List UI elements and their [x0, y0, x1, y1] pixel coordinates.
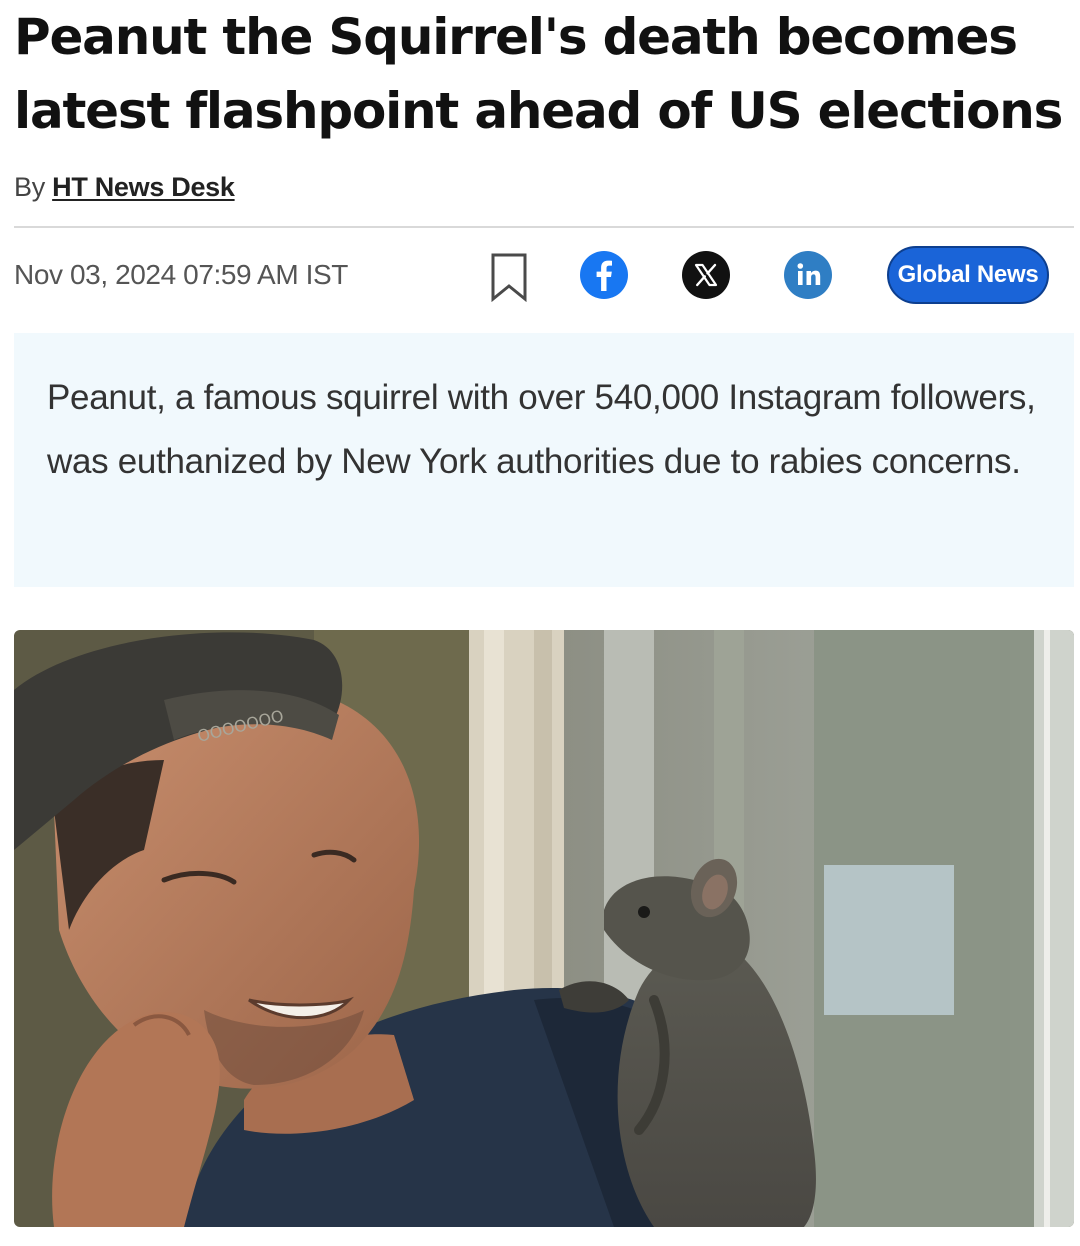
bookmark-icon[interactable]	[490, 252, 528, 303]
author-link[interactable]: HT News Desk	[52, 172, 235, 202]
x-icon[interactable]	[682, 251, 730, 299]
global-news-button[interactable]: Global News	[887, 246, 1049, 304]
article-meta-row: Nov 03, 2024 07:59 AM IST Global News	[14, 246, 1074, 306]
hero-image: OOOOOOO	[14, 630, 1074, 1227]
hero-photo-illustration: OOOOOOO	[14, 630, 1074, 1227]
article-summary-box: Peanut, a famous squirrel with over 540,…	[14, 333, 1074, 587]
divider	[14, 226, 1074, 228]
facebook-icon[interactable]	[580, 251, 628, 299]
publish-timestamp: Nov 03, 2024 07:59 AM IST	[14, 259, 348, 290]
article-headline: Peanut the Squirrel's death becomes late…	[14, 8, 1063, 140]
byline: By HT News Desk	[14, 170, 235, 204]
article-summary: Peanut, a famous squirrel with over 540,…	[47, 378, 1036, 481]
byline-prefix: By	[14, 172, 45, 202]
linkedin-icon[interactable]	[784, 251, 832, 299]
